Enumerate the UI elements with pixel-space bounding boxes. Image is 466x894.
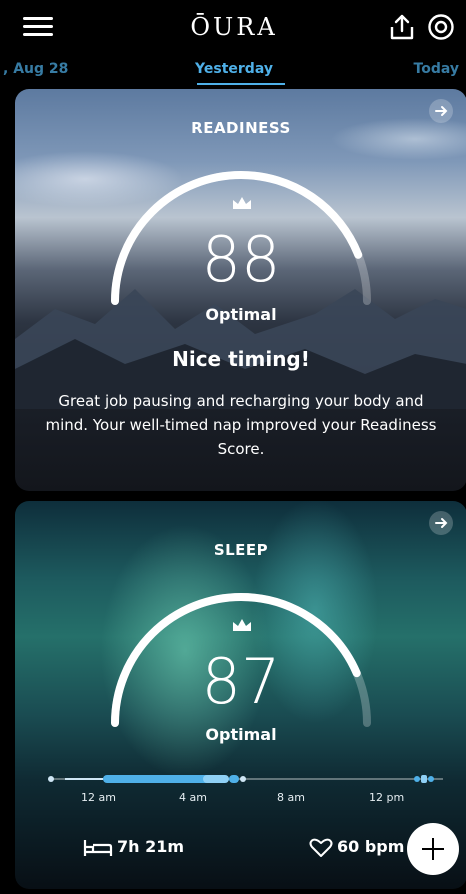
heart-icon	[309, 838, 333, 857]
plus-icon-bar	[422, 848, 444, 850]
sleep-crown-icon	[233, 619, 251, 631]
app-screen: ŌURA , Aug 28 Yesterday Today READINESS	[0, 0, 466, 894]
sleep-title: SLEEP	[213, 541, 269, 559]
active-tab-indicator	[197, 83, 285, 85]
sleep-heart-rate: 60 bpm	[309, 837, 404, 858]
sleep-arrow-icon[interactable]	[429, 511, 453, 535]
readiness-status: Optimal	[205, 305, 277, 324]
add-button[interactable]	[407, 823, 459, 875]
timeline-label: 8 am	[277, 791, 305, 804]
tab-yesterday[interactable]: Yesterday	[1, 61, 466, 77]
readiness-title: READINESS	[191, 119, 291, 137]
share-icon[interactable]	[389, 13, 415, 41]
readiness-headline: Nice timing!	[172, 347, 310, 371]
settings-icon[interactable]	[427, 13, 455, 41]
bed-icon	[83, 839, 113, 856]
timeline-label: 12 pm	[369, 791, 405, 804]
readiness-score: 88	[201, 223, 281, 296]
top-bar: ŌURA	[1, 1, 466, 57]
timeline-labels: 12 am 4 am 8 am 12 pm	[15, 791, 466, 807]
date-tabs: , Aug 28 Yesterday Today	[1, 57, 466, 87]
sleep-card[interactable]: SLEEP 87 Optimal 12 am 4 am 8 am 12 pm 7…	[15, 501, 466, 889]
readiness-description: Great job pausing and recharging your bo…	[45, 392, 437, 458]
readiness-crown-icon	[233, 197, 251, 209]
readiness-card[interactable]: READINESS 88 Optimal Nice timing! Great …	[15, 89, 466, 491]
sleep-score: 87	[201, 645, 281, 718]
heart-rate-value: 60 bpm	[337, 837, 405, 856]
tab-today[interactable]: Today	[414, 61, 459, 77]
sleep-duration: 7h 21m	[83, 837, 184, 858]
timeline-label: 12 am	[81, 791, 116, 804]
sleep-status: Optimal	[205, 725, 277, 744]
timeline-label: 4 am	[179, 791, 207, 804]
sleep-duration-value: 7h 21m	[117, 837, 185, 856]
